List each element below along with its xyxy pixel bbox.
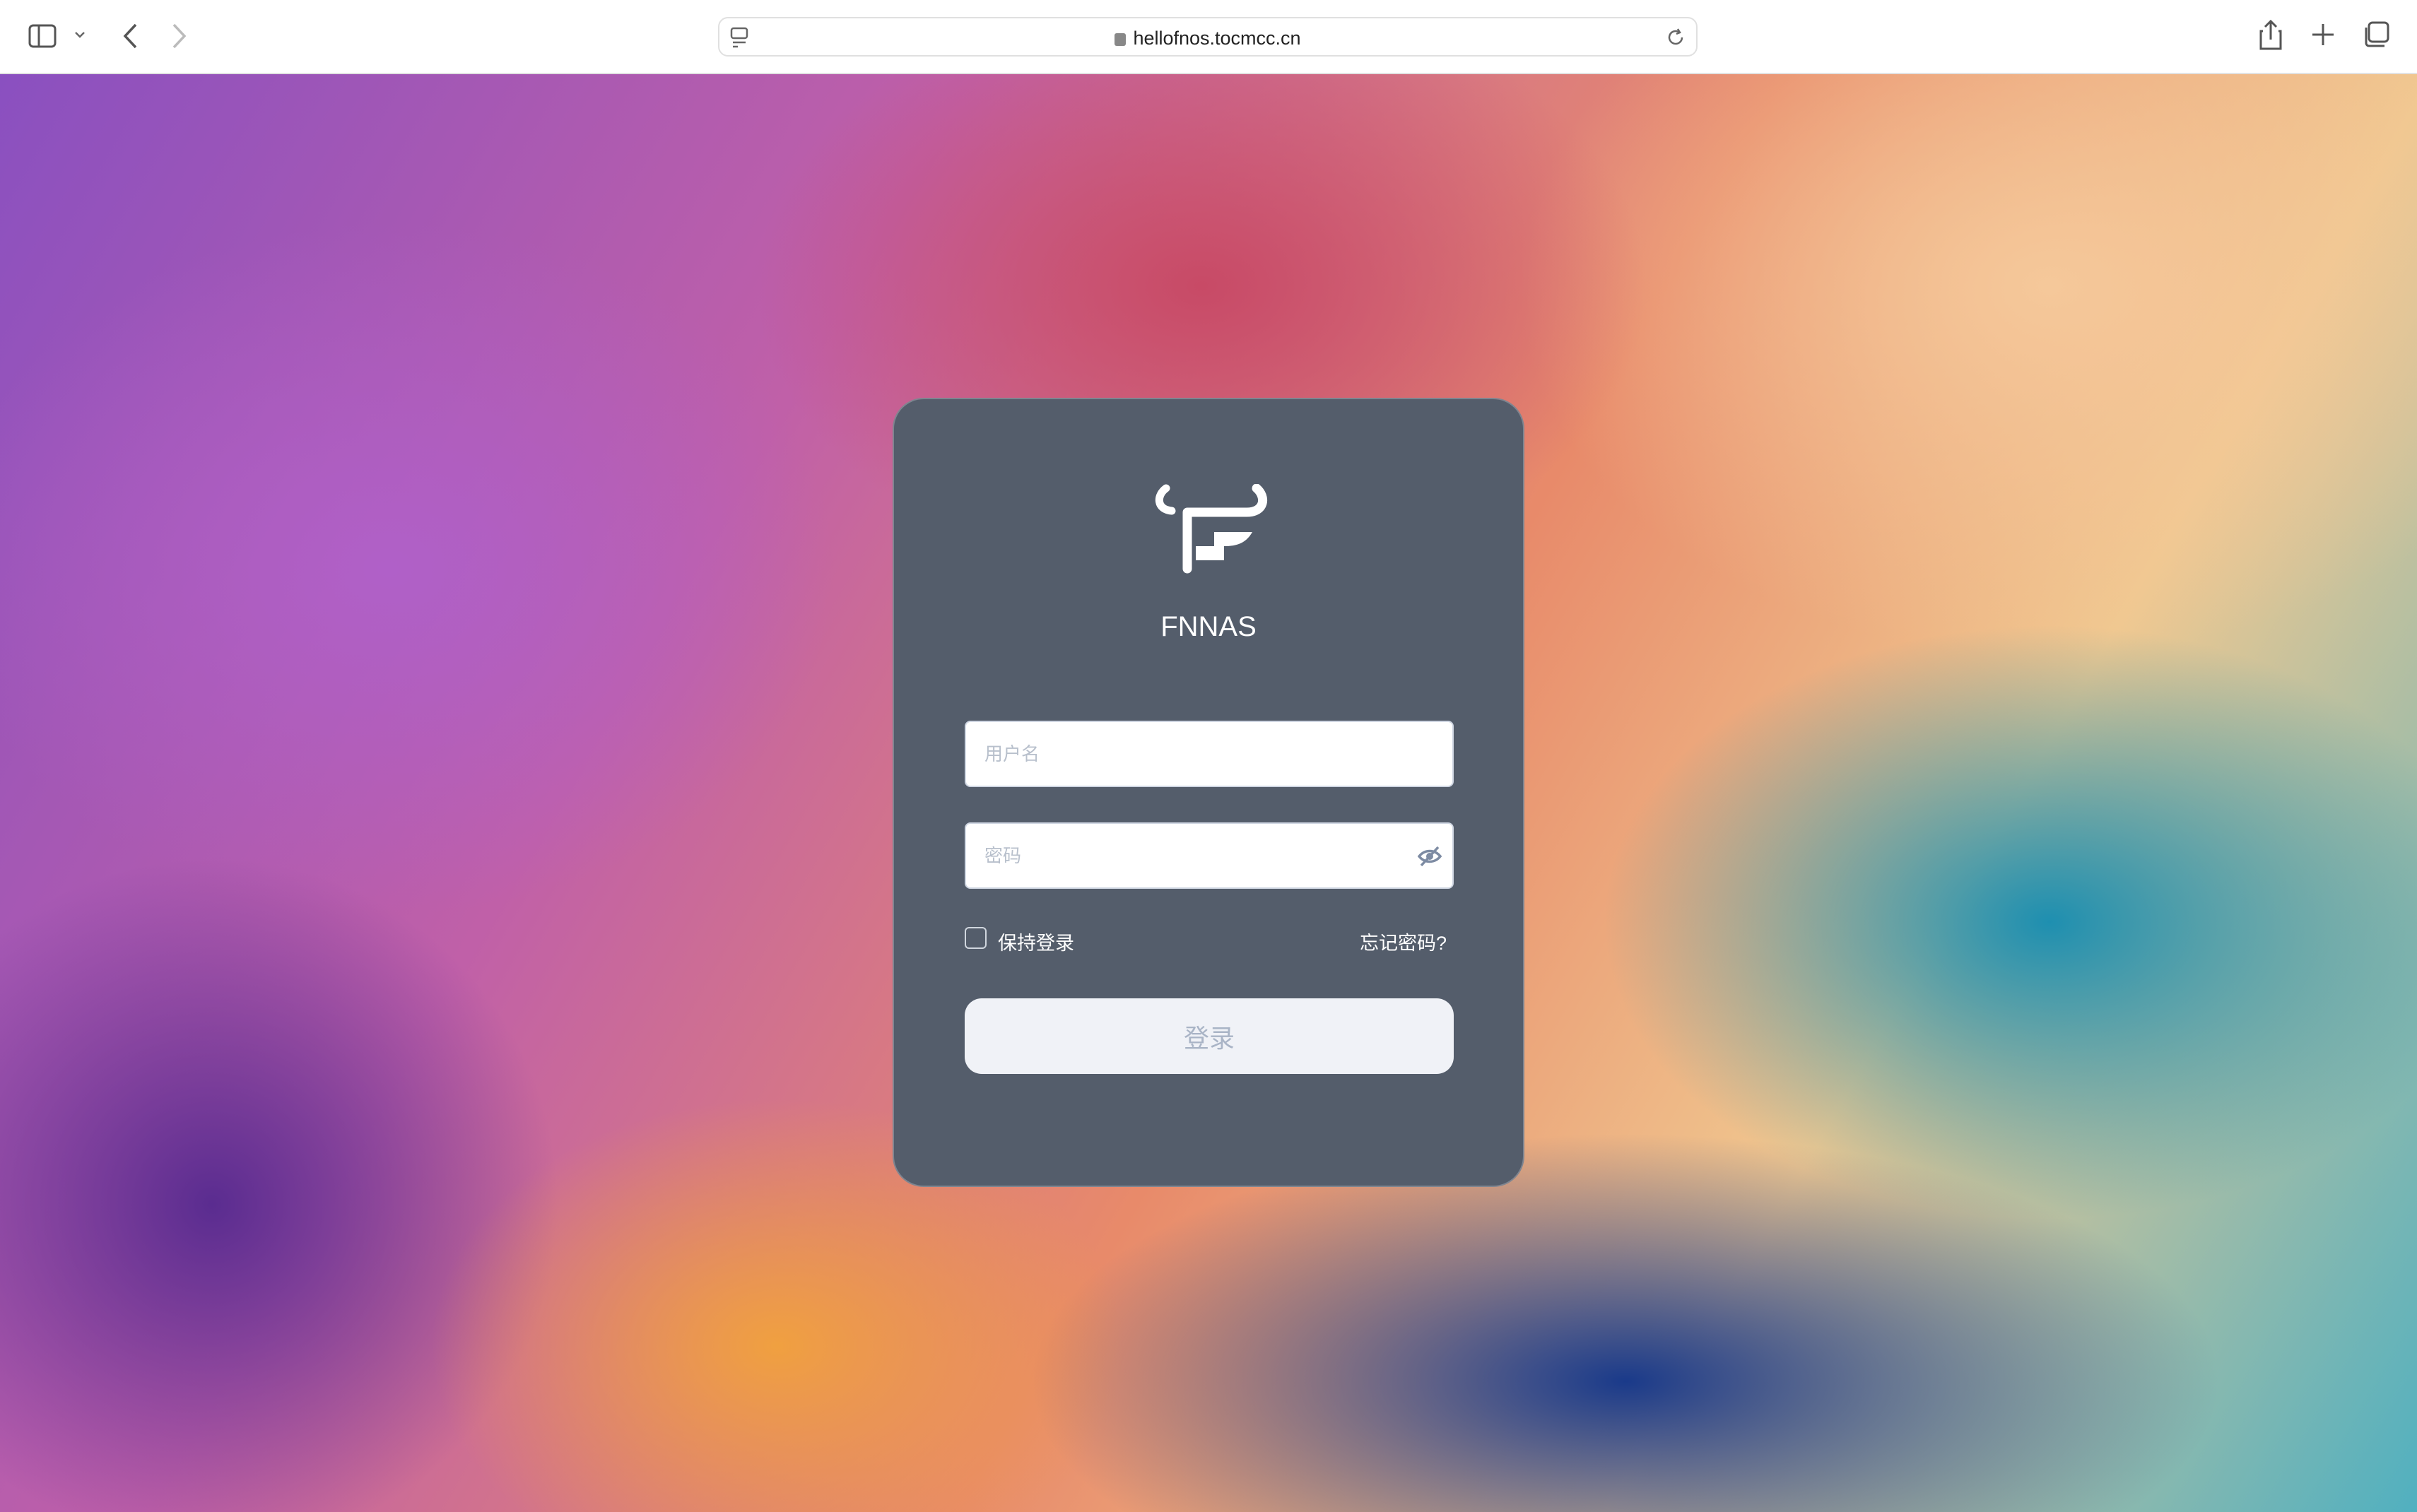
tab-overview-icon[interactable] xyxy=(2363,21,2389,48)
password-input[interactable] xyxy=(966,824,1452,887)
url-text: hellofnos.tocmcc.cn xyxy=(1133,28,1301,49)
remember-label[interactable]: 保持登录 xyxy=(998,928,1074,955)
reload-icon[interactable] xyxy=(1665,27,1686,48)
remember-checkbox[interactable] xyxy=(965,927,987,949)
lock-icon xyxy=(1115,33,1127,46)
forward-icon[interactable] xyxy=(171,23,188,49)
login-card: FNNAS 保持登录 忘记密码? 登录 xyxy=(893,398,1524,1187)
share-icon[interactable] xyxy=(2259,20,2283,51)
forgot-password-link[interactable]: 忘记密码? xyxy=(1360,928,1447,955)
browser-toolbar: hellofnos.tocmcc.cn xyxy=(0,0,2417,74)
eye-off-icon[interactable] xyxy=(1417,844,1442,869)
username-input[interactable] xyxy=(966,722,1452,786)
new-tab-icon[interactable] xyxy=(2311,23,2335,47)
brand-name: FNNAS xyxy=(1160,611,1257,642)
password-field[interactable] xyxy=(965,822,1454,889)
back-icon[interactable] xyxy=(122,23,139,49)
sidebar-toggle-icon[interactable] xyxy=(28,24,57,48)
address-bar[interactable]: hellofnos.tocmcc.cn xyxy=(718,17,1698,57)
username-field[interactable] xyxy=(965,721,1454,787)
fnnas-bull-logo xyxy=(1155,484,1267,574)
chevron-down-icon[interactable] xyxy=(74,31,86,40)
login-button[interactable]: 登录 xyxy=(965,998,1454,1074)
